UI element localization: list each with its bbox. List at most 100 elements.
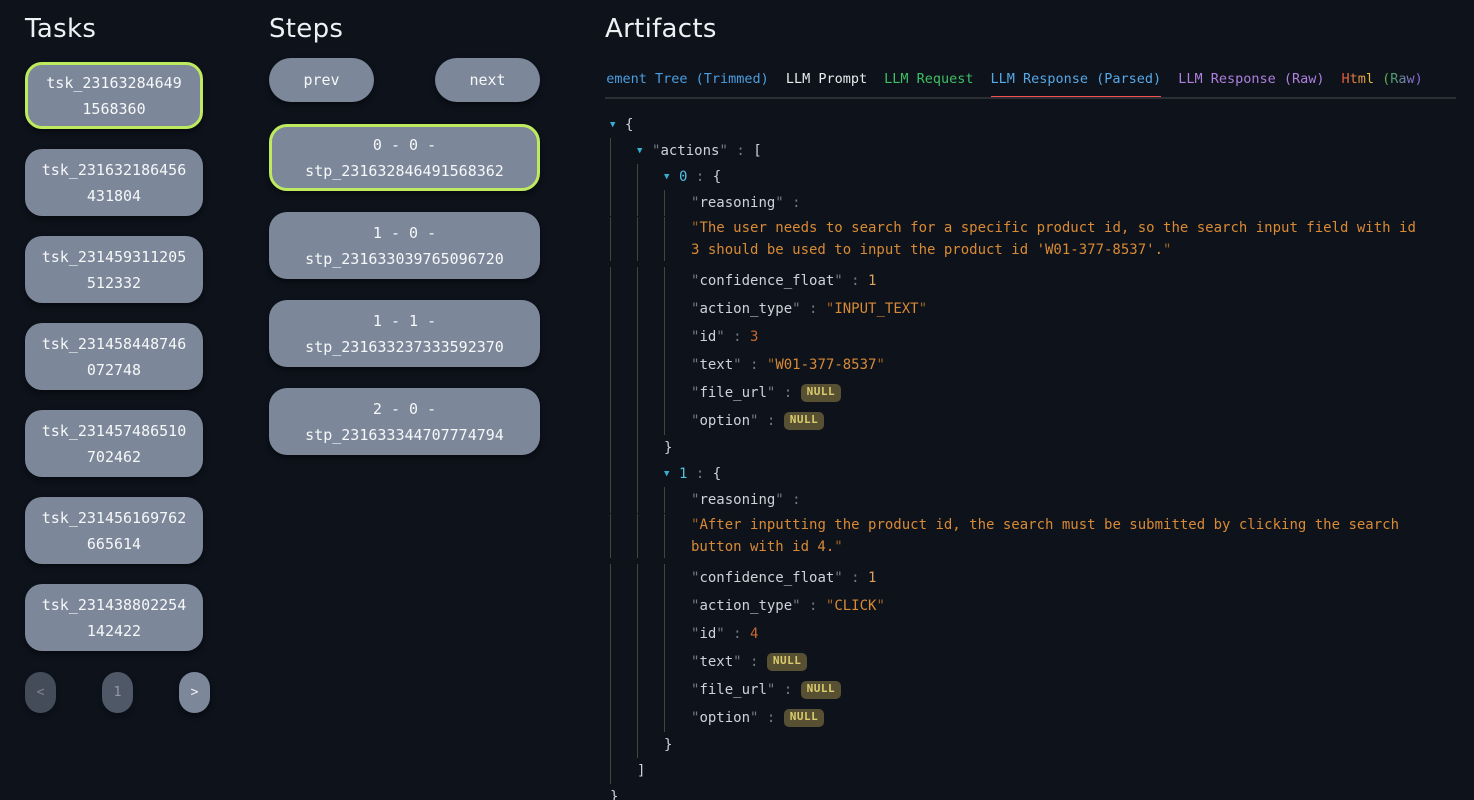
- json-line: "confidence_float" : 1: [610, 267, 1456, 295]
- indent-guide: [637, 732, 664, 758]
- task-button[interactable]: tsk_231438802254142422: [25, 584, 203, 651]
- task-id-line: tsk_231456169762: [42, 505, 187, 531]
- task-id-line: tsk_231458448746: [42, 331, 187, 357]
- step-index-line: 2 - 0 -: [373, 396, 436, 422]
- indent-guide: [610, 164, 637, 190]
- task-button[interactable]: tsk_231459311205512332: [25, 236, 203, 303]
- task-id-line: 431804: [87, 183, 141, 209]
- tab-llm-response-parsed[interactable]: LLM Response (Parsed): [991, 67, 1162, 99]
- task-id-line: 665614: [87, 531, 141, 557]
- null-badge: NULL: [801, 681, 842, 699]
- artifact-tabbar: Element Tree (Trimmed) LLM Prompt LLM Requ…: [605, 67, 1456, 99]
- json-line: ▼"actions" : [: [610, 138, 1456, 164]
- tasks-panel: Tasks tsk_231632846491568360tsk_23163218…: [25, 14, 203, 713]
- json-line: "file_url" : NULL: [610, 379, 1456, 407]
- json-line: "The user needs to search for a specific…: [610, 216, 1456, 267]
- pagination-prev-button[interactable]: <: [25, 672, 56, 713]
- indent-guide: [610, 323, 637, 351]
- artifacts-title: Artifacts: [605, 14, 1456, 45]
- indent-guide: [664, 514, 691, 558]
- task-button[interactable]: tsk_231632186456431804: [25, 149, 203, 216]
- indent-guide: [610, 138, 637, 164]
- task-id-line: tsk_231438802254: [42, 592, 187, 618]
- tab-element-tree-trimmed[interactable]: Element Tree (Trimmed): [605, 67, 769, 97]
- null-badge: NULL: [767, 653, 808, 671]
- task-button[interactable]: tsk_231458448746072748: [25, 323, 203, 390]
- collapse-arrow-icon[interactable]: ▼: [610, 120, 625, 130]
- task-id-line: 512332: [87, 270, 141, 296]
- collapse-arrow-icon[interactable]: ▼: [664, 469, 679, 479]
- indent-guide: [637, 704, 664, 732]
- indent-guide: [664, 217, 691, 261]
- indent-guide: [664, 267, 691, 295]
- json-line: "action_type" : "CLICK": [610, 592, 1456, 620]
- json-line: }: [610, 784, 1456, 800]
- indent-guide: [664, 379, 691, 407]
- null-badge: NULL: [801, 384, 842, 402]
- task-id-line: tsk_231457486510: [42, 418, 187, 444]
- json-line: "id" : 3: [610, 323, 1456, 351]
- next-step-button[interactable]: next: [435, 58, 540, 102]
- collapse-arrow-icon[interactable]: ▼: [637, 146, 652, 156]
- json-line: "text" : "W01-377-8537": [610, 351, 1456, 379]
- indent-guide: [610, 732, 637, 758]
- pagination-next-button[interactable]: >: [179, 672, 210, 713]
- json-line: "text" : NULL: [610, 648, 1456, 676]
- json-line: ▼0 : {: [610, 164, 1456, 190]
- null-badge: NULL: [784, 412, 825, 430]
- json-line: "reasoning" :: [610, 190, 1456, 216]
- step-button[interactable]: 0 - 0 -stp_231632846491568362: [269, 124, 540, 191]
- steps-title: Steps: [269, 14, 540, 45]
- indent-guide: [637, 676, 664, 704]
- task-button[interactable]: tsk_231456169762665614: [25, 497, 203, 564]
- json-line: "option" : NULL: [610, 704, 1456, 732]
- indent-guide: [610, 514, 637, 558]
- indent-guide: [664, 704, 691, 732]
- indent-guide: [610, 407, 637, 435]
- indent-guide: [610, 758, 637, 784]
- indent-guide: [637, 461, 664, 487]
- step-button[interactable]: 2 - 0 -stp_231633344707774794: [269, 388, 540, 455]
- tab-llm-request[interactable]: LLM Request: [884, 67, 973, 97]
- indent-guide: [610, 379, 637, 407]
- task-id-line: 702462: [87, 444, 141, 470]
- tab-llm-prompt[interactable]: LLM Prompt: [786, 67, 867, 97]
- step-button[interactable]: 1 - 1 -stp_231633237333592370: [269, 300, 540, 367]
- indent-guide: [637, 592, 664, 620]
- indent-guide: [637, 217, 664, 261]
- indent-guide: [664, 620, 691, 648]
- indent-guide: [637, 487, 664, 513]
- indent-guide: [637, 620, 664, 648]
- indent-guide: [664, 190, 691, 216]
- indent-guide: [664, 323, 691, 351]
- step-nav: prev next: [269, 58, 540, 102]
- pagination-page-button[interactable]: 1: [102, 672, 133, 713]
- indent-guide: [610, 461, 637, 487]
- tab-llm-response-raw[interactable]: LLM Response (Raw): [1178, 67, 1324, 97]
- task-id-line: tsk_231632186456: [42, 157, 187, 183]
- indent-guide: [637, 407, 664, 435]
- indent-guide: [664, 487, 691, 513]
- step-index-line: 1 - 1 -: [373, 308, 436, 334]
- indent-guide: [610, 295, 637, 323]
- step-button[interactable]: 1 - 0 -stp_231633039765096720: [269, 212, 540, 279]
- task-id-line: 1568360: [82, 96, 145, 122]
- task-id-line: 072748: [87, 357, 141, 383]
- indent-guide: [610, 267, 637, 295]
- task-id-line: tsk_23163284649: [46, 70, 181, 96]
- task-pagination: < 1 >: [25, 672, 210, 713]
- task-button[interactable]: tsk_231632846491568360: [25, 62, 203, 129]
- tab-html-raw[interactable]: Html (Raw): [1342, 67, 1423, 97]
- indent-guide: [637, 351, 664, 379]
- task-button[interactable]: tsk_231457486510702462: [25, 410, 203, 477]
- prev-step-button[interactable]: prev: [269, 58, 374, 102]
- json-line: "action_type" : "INPUT_TEXT": [610, 295, 1456, 323]
- step-index-line: 0 - 0 -: [373, 132, 436, 158]
- indent-guide: [610, 564, 637, 592]
- indent-guide: [637, 564, 664, 592]
- indent-guide: [637, 435, 664, 461]
- indent-guide: [610, 648, 637, 676]
- collapse-arrow-icon[interactable]: ▼: [664, 172, 679, 182]
- indent-guide: [664, 592, 691, 620]
- indent-guide: [637, 295, 664, 323]
